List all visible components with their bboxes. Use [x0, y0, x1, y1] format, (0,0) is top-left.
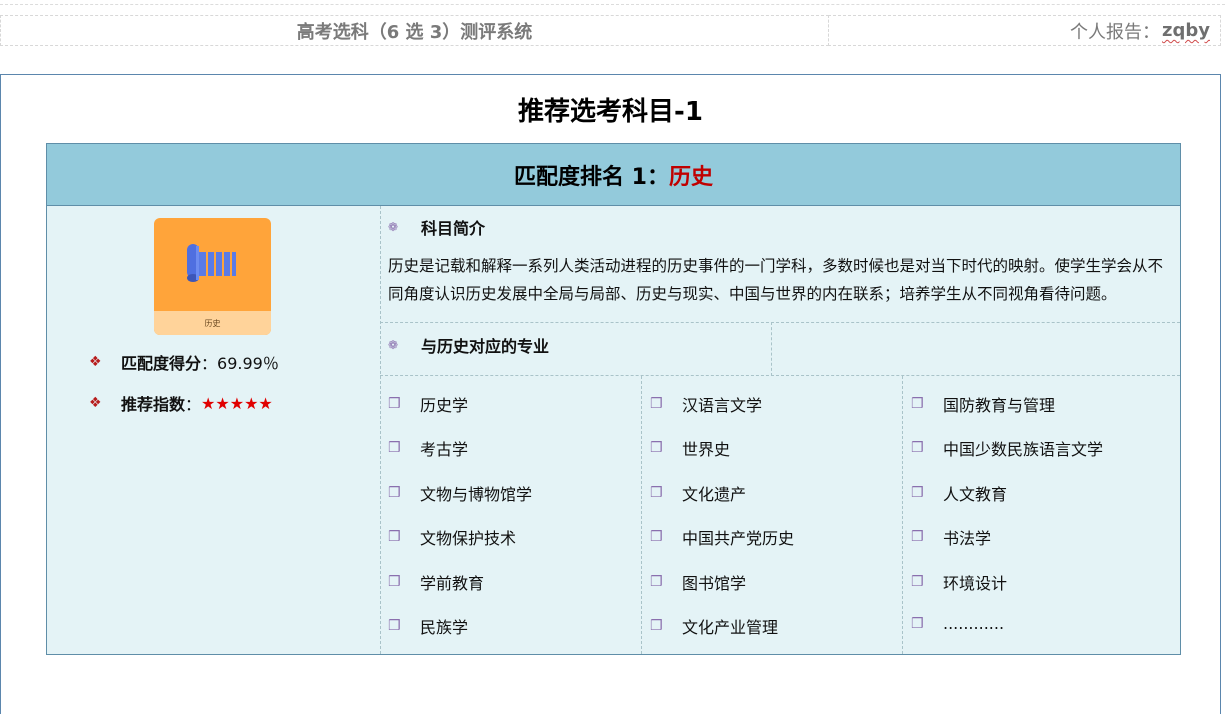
- match-score-value: 69.99％: [217, 354, 279, 373]
- scroll-icon: [187, 244, 236, 282]
- major-item: ❒ 民族学: [388, 614, 468, 638]
- major-item: ❒ 文化产业管理: [650, 614, 778, 638]
- major-item: ❒ 文化遗产: [650, 481, 746, 505]
- icon-caption: 历史: [154, 311, 271, 335]
- divider: [380, 322, 1180, 323]
- major-name: ............: [943, 614, 1005, 633]
- major-item: ❒ 文物保护技术: [388, 525, 516, 549]
- major-item: ❒ 学前教育: [388, 570, 484, 594]
- major-item: ❒ 图书馆学: [650, 570, 746, 594]
- major-name: 文物保护技术: [420, 529, 517, 548]
- divider: [771, 322, 772, 376]
- system-title: 高考选科（6 选 3）测评系统: [0, 15, 829, 46]
- major-item: ❒............: [911, 614, 1004, 633]
- majors-column-3: ❒ 国防教育与管理 ❒ 中国少数民族语言文学 ❒ 人文教育 ❒ 书法学 ❒ 环境设计 ❒.…: [902, 376, 1181, 654]
- report-owner: 个人报告： zqby: [828, 15, 1221, 46]
- recommend-index-label: 推荐指数: [121, 395, 186, 414]
- user-name: zqby: [1162, 20, 1210, 41]
- diamond-bullet-icon: ❖: [89, 395, 102, 411]
- major-item: ❒ 世界史: [650, 436, 730, 460]
- recommend-stars: ★★★★★: [201, 393, 273, 413]
- checkbox-bullet-icon: ❒: [650, 618, 663, 634]
- checkbox-bullet-icon: ❒: [650, 440, 663, 456]
- major-item: ❒ 人文教育: [911, 481, 1007, 505]
- rank-header: 匹配度排名 1： 历史: [47, 144, 1180, 206]
- major-item: ❒ 中国共产党历史: [650, 525, 794, 549]
- checkbox-bullet-icon: ❒: [388, 396, 401, 412]
- flower-bullet-icon: ❁: [388, 338, 399, 352]
- checkbox-bullet-icon: ❒: [911, 615, 924, 632]
- major-item: ❒ 书法学: [911, 525, 991, 549]
- major-name: 人文教育: [943, 485, 1008, 504]
- major-item: ❒ 文物与博物馆学: [388, 481, 532, 505]
- majors-column-2: ❒ 汉语言文学 ❒ 世界史 ❒ 文化遗产 ❒ 中国共产党历史 ❒ 图书馆学 ❒ 文化产业管理: [641, 376, 903, 654]
- diamond-bullet-icon: ❖: [89, 354, 102, 370]
- header-rule: [0, 4, 1225, 5]
- major-item: ❒ 考古学: [388, 436, 468, 460]
- subject-card: 匹配度排名 1： 历史 历史 ❖ 匹配度得分： 69.99％ ❖ 推荐指数 ： …: [46, 143, 1181, 655]
- checkbox-bullet-icon: ❒: [650, 485, 663, 501]
- checkbox-bullet-icon: ❒: [650, 396, 663, 412]
- major-name: 国防教育与管理: [943, 396, 1056, 415]
- major-item: ❒ 历史学: [388, 392, 468, 416]
- major-name: 文化遗产: [682, 485, 747, 504]
- major-name: 汉语言文学: [682, 396, 763, 415]
- major-name: 文物与博物馆学: [420, 485, 533, 504]
- match-score: ❖ 匹配度得分： 69.99％: [89, 350, 279, 374]
- checkbox-bullet-icon: ❒: [650, 574, 663, 590]
- majors-heading: ❁ 与历史对应的专业: [380, 332, 549, 358]
- rank-label: 匹配度排名 1：: [514, 164, 669, 190]
- report-header: 高考选科（6 选 3）测评系统 个人报告： zqby: [0, 0, 1225, 50]
- subject-summary: 历史 ❖ 匹配度得分： 69.99％ ❖ 推荐指数： ★★★★★: [47, 206, 381, 654]
- checkbox-bullet-icon: ❒: [388, 485, 401, 501]
- major-item: ❒ 环境设计: [911, 570, 1007, 594]
- major-name: 中国少数民族语言文学: [943, 440, 1104, 459]
- checkbox-bullet-icon: ❒: [388, 618, 401, 634]
- checkbox-bullet-icon: ❒: [388, 529, 401, 545]
- checkbox-bullet-icon: ❒: [650, 529, 663, 545]
- recommend-index-separator: ：: [185, 395, 202, 414]
- report-page: 推荐选考科目-1 匹配度排名 1： 历史 历史 ❖ 匹配度得分 ： 69.99％…: [0, 74, 1221, 714]
- majors-column-1: ❒ 历史学 ❒ 考古学 ❒ 文物与博物馆学 ❒ 文物保护技术 ❒ 学前教育 ❒ 民族学: [380, 376, 641, 654]
- page-title: 推荐选考科目-1: [518, 97, 703, 127]
- recommend-index: ❖ 推荐指数： ★★★★★: [89, 391, 273, 415]
- major-name: 世界史: [682, 440, 731, 459]
- majors-heading-text: 与历史对应的专业: [421, 337, 550, 356]
- major-item: ❒ 汉语言文学: [650, 392, 762, 416]
- intro-heading: ❁ 科目简介: [380, 214, 485, 240]
- checkbox-bullet-icon: ❒: [911, 529, 924, 545]
- flower-bullet-icon: ❁: [388, 220, 399, 234]
- major-name: 文化产业管理: [682, 618, 779, 637]
- checkbox-bullet-icon: ❒: [911, 440, 924, 456]
- major-name: 考古学: [420, 440, 469, 459]
- checkbox-bullet-icon: ❒: [388, 574, 401, 590]
- match-score-label: 匹配度得分: [121, 354, 202, 373]
- history-subject-icon: 历史: [154, 218, 271, 335]
- major-name: 环境设计: [943, 574, 1008, 593]
- intro-heading-text: 科目简介: [421, 219, 486, 238]
- checkbox-bullet-icon: ❒: [911, 396, 924, 412]
- match-score-separator: ：: [201, 354, 218, 373]
- major-name: 图书馆学: [682, 574, 747, 593]
- report-label: 个人报告：: [1070, 21, 1161, 43]
- major-name: 书法学: [943, 529, 992, 548]
- major-name: 历史学: [420, 396, 469, 415]
- subject-details: ❁ 科目简介 历史是记载和解释一系列人类活动进程的历史事件的一门学科，多数时候也…: [380, 206, 1180, 654]
- major-name: 中国共产党历史: [682, 529, 795, 548]
- checkbox-bullet-icon: ❒: [911, 485, 924, 501]
- major-item: ❒ 国防教育与管理: [911, 392, 1055, 416]
- checkbox-bullet-icon: ❒: [911, 574, 924, 590]
- subject-name: 历史: [668, 164, 713, 190]
- major-name: 学前教育: [420, 574, 485, 593]
- checkbox-bullet-icon: ❒: [388, 440, 401, 456]
- major-name: 民族学: [420, 618, 469, 637]
- intro-text: 历史是记载和解释一系列人类活动进程的历史事件的一门学科，多数时候也是对当下时代的…: [388, 257, 1164, 303]
- major-item: ❒ 中国少数民族语言文学: [911, 436, 1103, 460]
